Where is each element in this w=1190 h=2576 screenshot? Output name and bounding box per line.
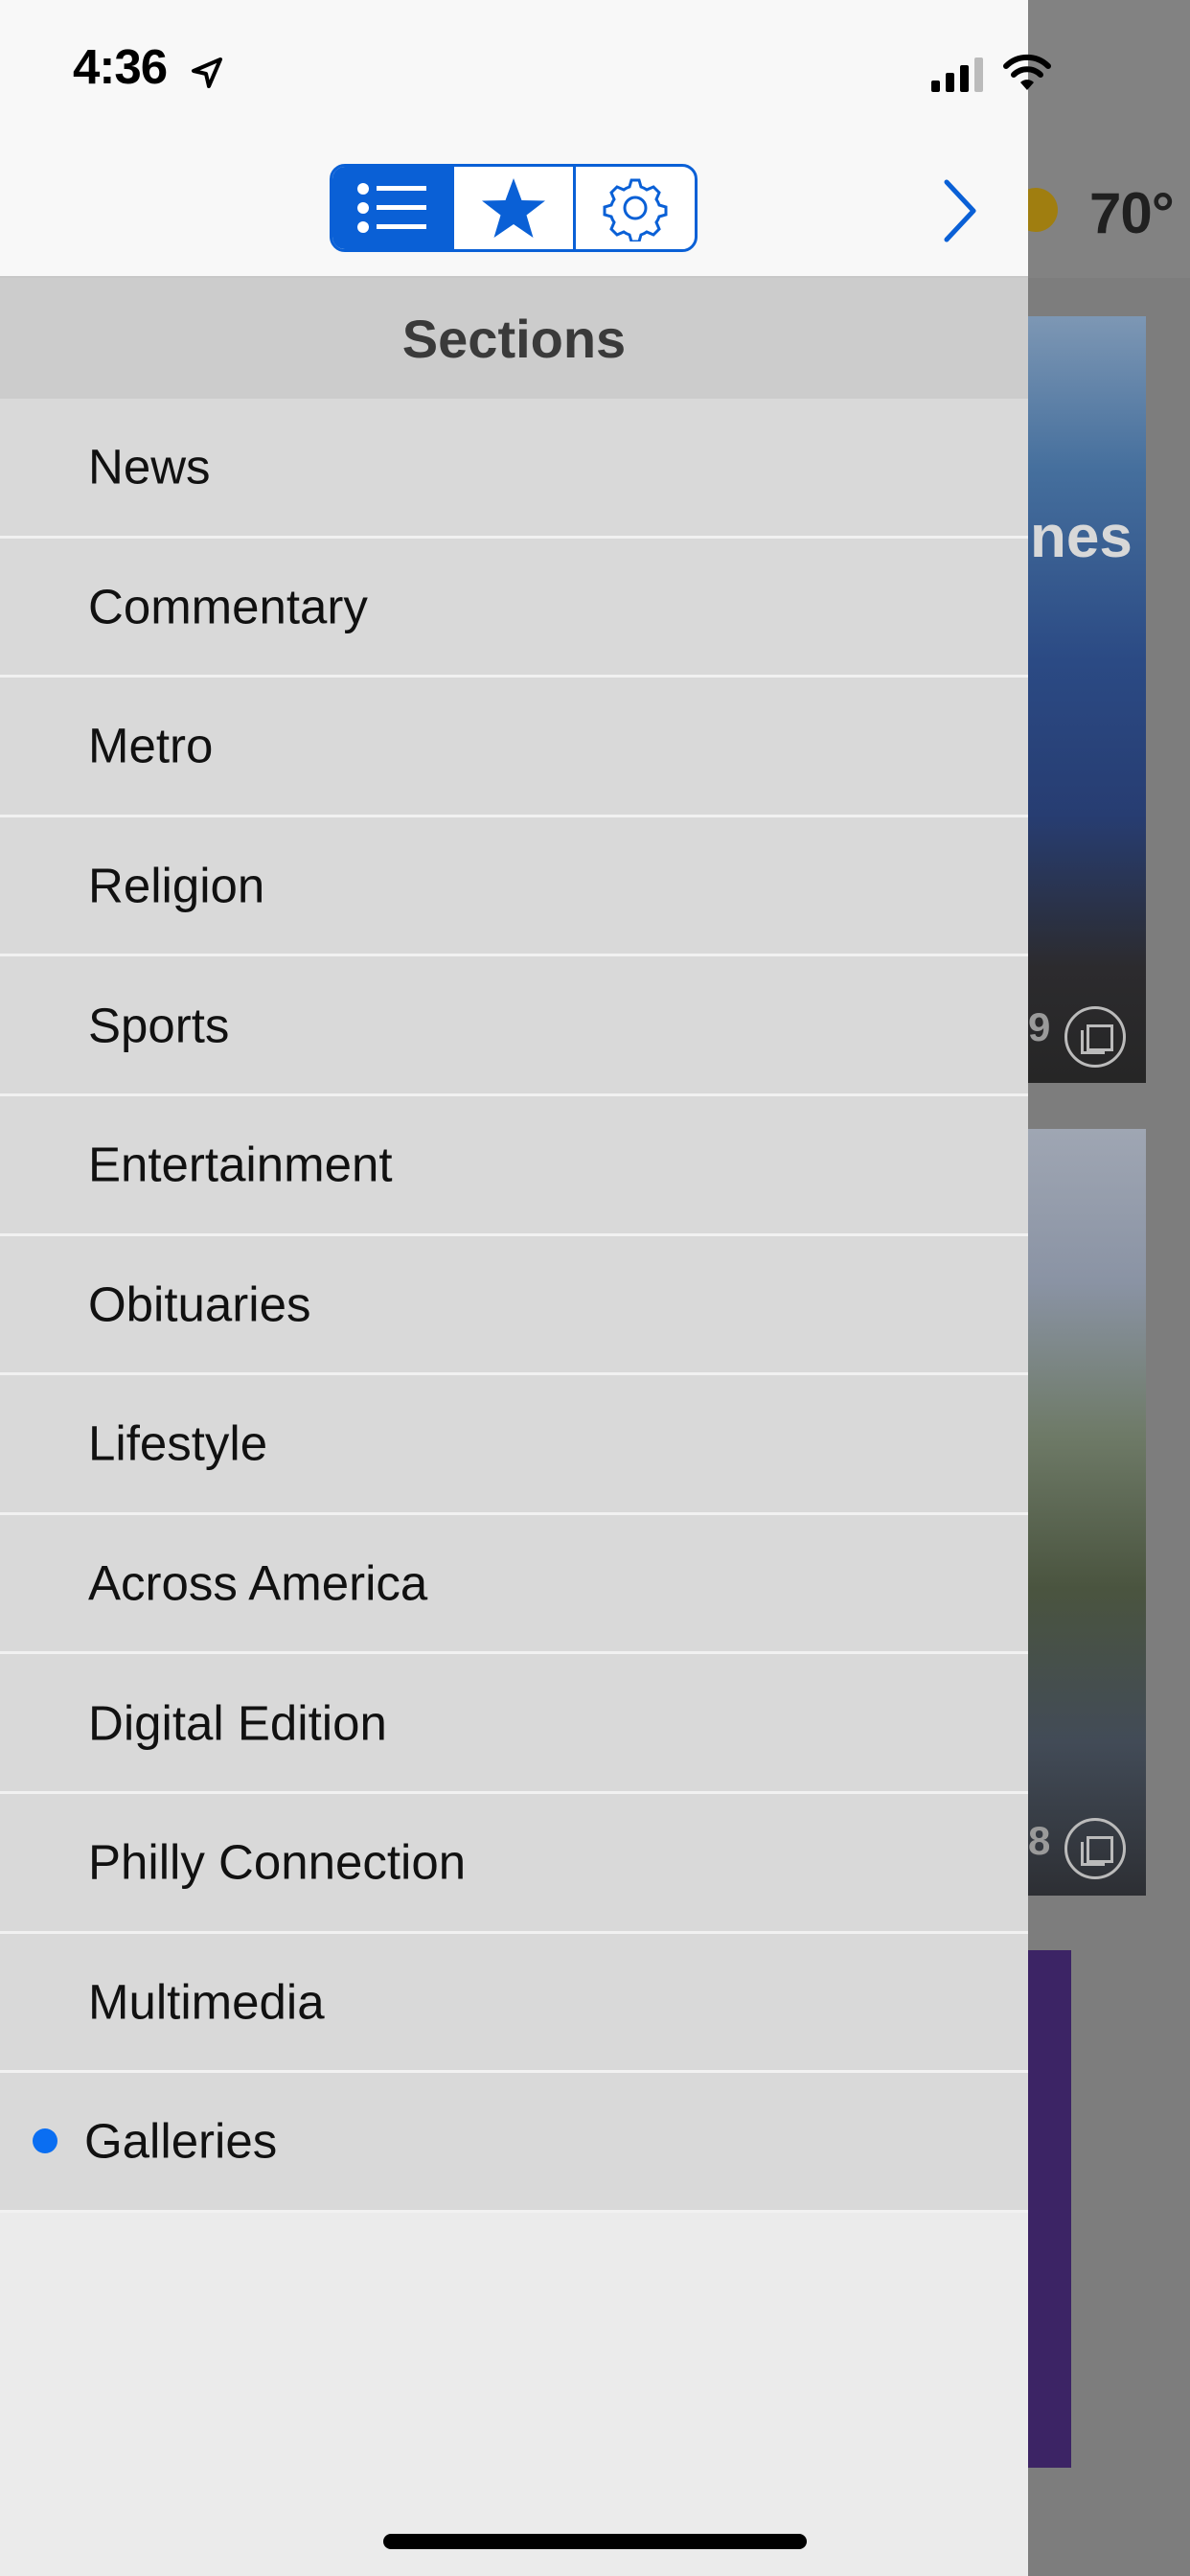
section-item-label: News [88,439,211,494]
background-gallery-card[interactable] [1028,1129,1146,1896]
chevron-right-icon [944,179,976,242]
section-item-religion[interactable]: Religion [0,816,1028,957]
status-time: 4:36 [73,39,168,94]
wifi-icon [1003,54,1051,90]
background-card-photo-count: 8 [1028,1818,1051,1863]
status-bar: 4:36 [0,0,1051,144]
section-item-label: Lifestyle [88,1415,268,1471]
section-item-label: Multimedia [88,1974,325,2030]
list-icon [357,183,426,233]
star-icon [482,178,545,238]
section-item-commentary[interactable]: Commentary [0,538,1028,678]
sections-header: Sections [0,278,1028,399]
cellular-signal-icon [931,58,983,92]
gallery-icon [1064,1006,1126,1068]
section-item-news[interactable]: News [0,399,1028,539]
section-item-label: Across America [88,1555,428,1611]
section-item-label: Commentary [88,579,368,634]
section-item-label: Philly Connection [88,1834,467,1890]
background-gallery-card[interactable] [1028,1950,1071,2468]
sections-title: Sections [401,308,627,369]
section-item-label: Metro [88,718,214,773]
drawer-nav-bar [0,144,1028,278]
section-item-entertainment[interactable]: Entertainment [0,1095,1028,1236]
gear-icon [603,178,668,242]
location-arrow-icon [192,58,222,88]
weather-temperature: 70° [1089,181,1175,245]
background-card-title: nes [1030,504,1133,570]
segment-sections[interactable] [332,167,451,249]
home-indicator[interactable] [383,2534,807,2549]
section-item-philly-connection[interactable]: Philly Connection [0,1793,1028,1934]
section-item-label: Entertainment [88,1137,393,1192]
section-item-lifestyle[interactable]: Lifestyle [0,1375,1028,1515]
view-segmented-control [330,164,698,252]
gallery-icon [1064,1818,1126,1879]
section-item-digital-edition[interactable]: Digital Edition [0,1654,1028,1794]
segment-favorites[interactable] [451,167,573,249]
section-item-label: Galleries [84,2113,278,2169]
section-item-label: Digital Edition [88,1695,387,1751]
section-item-galleries[interactable]: Galleries [0,2073,1028,2213]
sections-drawer: 4:36 Sections News Commentary Metro Reli… [0,0,1051,2576]
background-header: 70° [1028,0,1190,278]
segment-settings[interactable] [573,167,695,249]
section-item-obituaries[interactable]: Obituaries [0,1235,1028,1376]
section-item-label: Religion [88,858,265,913]
background-card-photo-count: 9 [1028,1004,1051,1049]
background-gallery-card[interactable] [1028,316,1146,1083]
section-item-across-america[interactable]: Across America [0,1514,1028,1655]
weather-sun-icon [1028,188,1058,232]
section-item-metro[interactable]: Metro [0,678,1028,817]
section-item-multimedia[interactable]: Multimedia [0,1933,1028,2074]
section-item-sports[interactable]: Sports [0,956,1028,1096]
selected-indicator-dot [33,2128,57,2154]
section-item-label: Obituaries [88,1276,311,1332]
sections-list: News Commentary Metro Religion Sports En… [0,399,1028,2213]
close-drawer-button[interactable] [931,172,989,249]
background-content[interactable]: 70° nes 9 8 [1028,0,1190,2576]
section-item-label: Sports [88,998,230,1053]
